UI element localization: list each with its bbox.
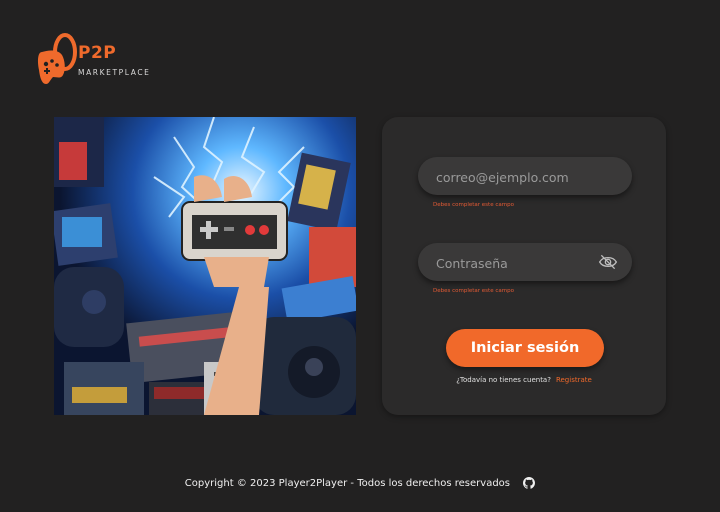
brand-name: P2P [78,43,117,63]
password-input[interactable] [434,243,598,283]
logo[interactable]: P2P MARKETPLACE [36,30,166,88]
footer: Copyright © 2023 Player2Player - Todos l… [0,477,720,489]
retro-gaming-collage-image [54,117,356,415]
password-error: Debes completar este campo [433,288,514,294]
login-button[interactable]: Iniciar sesión [446,329,604,367]
password-field-container [418,243,632,283]
brand-subtitle: MARKETPLACE [78,68,151,77]
gamepad-logo-icon [38,33,77,84]
signup-question: ¿Todavía no tienes cuenta? [456,376,551,384]
signup-prompt: ¿Todavía no tienes cuenta? Registrate [382,376,666,384]
login-card: Debes completar este campo Debes complet… [382,117,666,415]
email-input[interactable] [434,157,598,197]
eye-off-icon[interactable] [598,253,618,271]
github-icon[interactable] [523,477,536,489]
hero-image [54,117,356,415]
signup-link[interactable]: Registrate [556,376,592,384]
email-field-container [418,157,632,197]
copyright-text: Copyright © 2023 Player2Player - Todos l… [184,478,511,489]
email-error: Debes completar este campo [433,202,514,208]
